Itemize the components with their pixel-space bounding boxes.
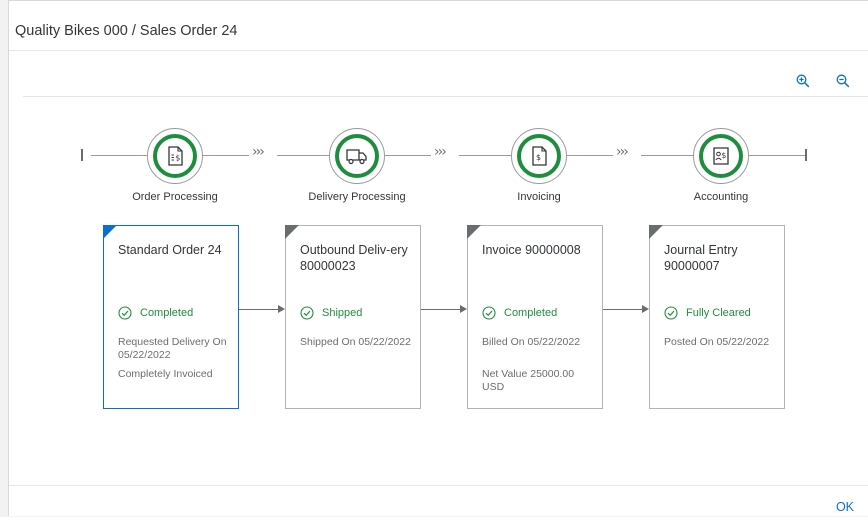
ok-button[interactable]: OK bbox=[836, 500, 854, 514]
zoom-out-button[interactable] bbox=[833, 71, 853, 91]
check-circle-icon bbox=[300, 306, 314, 320]
card-detail: Posted On 05/22/2022 bbox=[664, 336, 770, 348]
card-detail: Shipped On 05/22/2022 bbox=[300, 336, 411, 348]
dialog-header: Quality Bikes 000 / Sales Order 24 bbox=[9, 1, 868, 51]
lane-node-order-processing[interactable]: $ bbox=[147, 128, 203, 184]
check-circle-icon bbox=[482, 306, 496, 320]
flow-start-marker bbox=[81, 149, 83, 161]
card-title: Journal Entry 90000007 bbox=[664, 243, 738, 273]
flow-line bbox=[385, 155, 431, 156]
accounting-document-icon: $ bbox=[713, 147, 729, 165]
toolbar-divider bbox=[23, 96, 868, 97]
card-connector-line bbox=[421, 309, 460, 310]
svg-text:$: $ bbox=[722, 151, 727, 160]
zoom-in-icon bbox=[796, 74, 810, 88]
card-corner-fold bbox=[285, 225, 299, 239]
lane-label: Accounting bbox=[693, 191, 749, 203]
card-status: Completed bbox=[482, 306, 557, 320]
flow-line bbox=[277, 155, 329, 156]
lane-node-delivery-processing[interactable] bbox=[329, 128, 385, 184]
check-circle-icon bbox=[118, 306, 132, 320]
flow-line bbox=[203, 155, 249, 156]
check-circle-icon bbox=[664, 306, 678, 320]
card-status-text: Completed bbox=[504, 307, 558, 319]
card-status: Completed bbox=[118, 306, 193, 320]
shipping-truck-icon bbox=[346, 149, 367, 165]
sales-order-icon: $ bbox=[168, 146, 183, 166]
card-detail: Completely Invoiced bbox=[118, 368, 213, 380]
card-title: Invoice 90000008 bbox=[482, 243, 581, 257]
card-title: Standard Order 24 bbox=[118, 243, 222, 257]
flow-line bbox=[567, 155, 613, 156]
flow-end-marker bbox=[805, 149, 807, 161]
svg-text:$: $ bbox=[536, 153, 541, 162]
invoice-icon: $ bbox=[532, 146, 547, 166]
card-corner-fold bbox=[649, 225, 663, 239]
card-detail: Requested Delivery On 05/22/2022 bbox=[118, 336, 227, 361]
lane-label: Delivery Processing bbox=[308, 191, 406, 203]
zoom-out-icon bbox=[836, 74, 850, 88]
card-connector-line bbox=[239, 309, 278, 310]
flow-line bbox=[749, 155, 805, 156]
arrow-right-icon bbox=[642, 305, 649, 313]
chevron-connector-icon: ››› bbox=[616, 144, 629, 160]
svg-text:$: $ bbox=[176, 154, 181, 163]
card-corner-fold bbox=[467, 225, 481, 239]
chevron-connector-icon: ››› bbox=[434, 144, 447, 160]
chevron-connector-icon: ››› bbox=[252, 144, 265, 160]
flow-line bbox=[91, 155, 147, 156]
dialog-footer: OK bbox=[9, 485, 868, 517]
card-status-text: Fully Cleared bbox=[686, 307, 751, 319]
document-card-sales-order[interactable]: Standard Order 24 Completed Requested De… bbox=[103, 225, 239, 409]
lane-node-invoicing[interactable]: $ bbox=[511, 128, 567, 184]
flow-line bbox=[641, 155, 693, 156]
lane-node-accounting[interactable]: $ bbox=[693, 128, 749, 184]
card-status: Shipped bbox=[300, 306, 362, 320]
card-connector-line bbox=[603, 309, 642, 310]
arrow-right-icon bbox=[278, 305, 285, 313]
card-title: Outbound Deliv-ery 80000023 bbox=[300, 243, 408, 273]
lane-label: Order Processing bbox=[132, 191, 218, 203]
document-card-invoice[interactable]: Invoice 90000008 Completed Billed On 05/… bbox=[467, 225, 603, 409]
card-status-text: Shipped bbox=[322, 307, 363, 319]
document-card-outbound-delivery[interactable]: Outbound Deliv-ery 80000023 Shipped Ship… bbox=[285, 225, 421, 409]
lane-label: Invoicing bbox=[517, 191, 561, 203]
arrow-right-icon bbox=[460, 305, 467, 313]
flow-line bbox=[459, 155, 511, 156]
card-status: Fully Cleared bbox=[664, 306, 751, 320]
dialog-title: Quality Bikes 000 / Sales Order 24 bbox=[15, 23, 238, 39]
card-corner-fold bbox=[103, 225, 117, 239]
document-card-journal-entry[interactable]: Journal Entry 90000007 Fully Cleared Pos… bbox=[649, 225, 785, 409]
zoom-in-button[interactable] bbox=[793, 71, 813, 91]
card-detail: Billed On 05/22/2022 bbox=[482, 336, 581, 348]
card-detail: Net Value 25000.00 USD bbox=[482, 368, 575, 393]
card-status-text: Completed bbox=[140, 307, 194, 319]
sales-order-dialog: Quality Bikes 000 / Sales Order 24 ››› ›… bbox=[8, 0, 868, 516]
